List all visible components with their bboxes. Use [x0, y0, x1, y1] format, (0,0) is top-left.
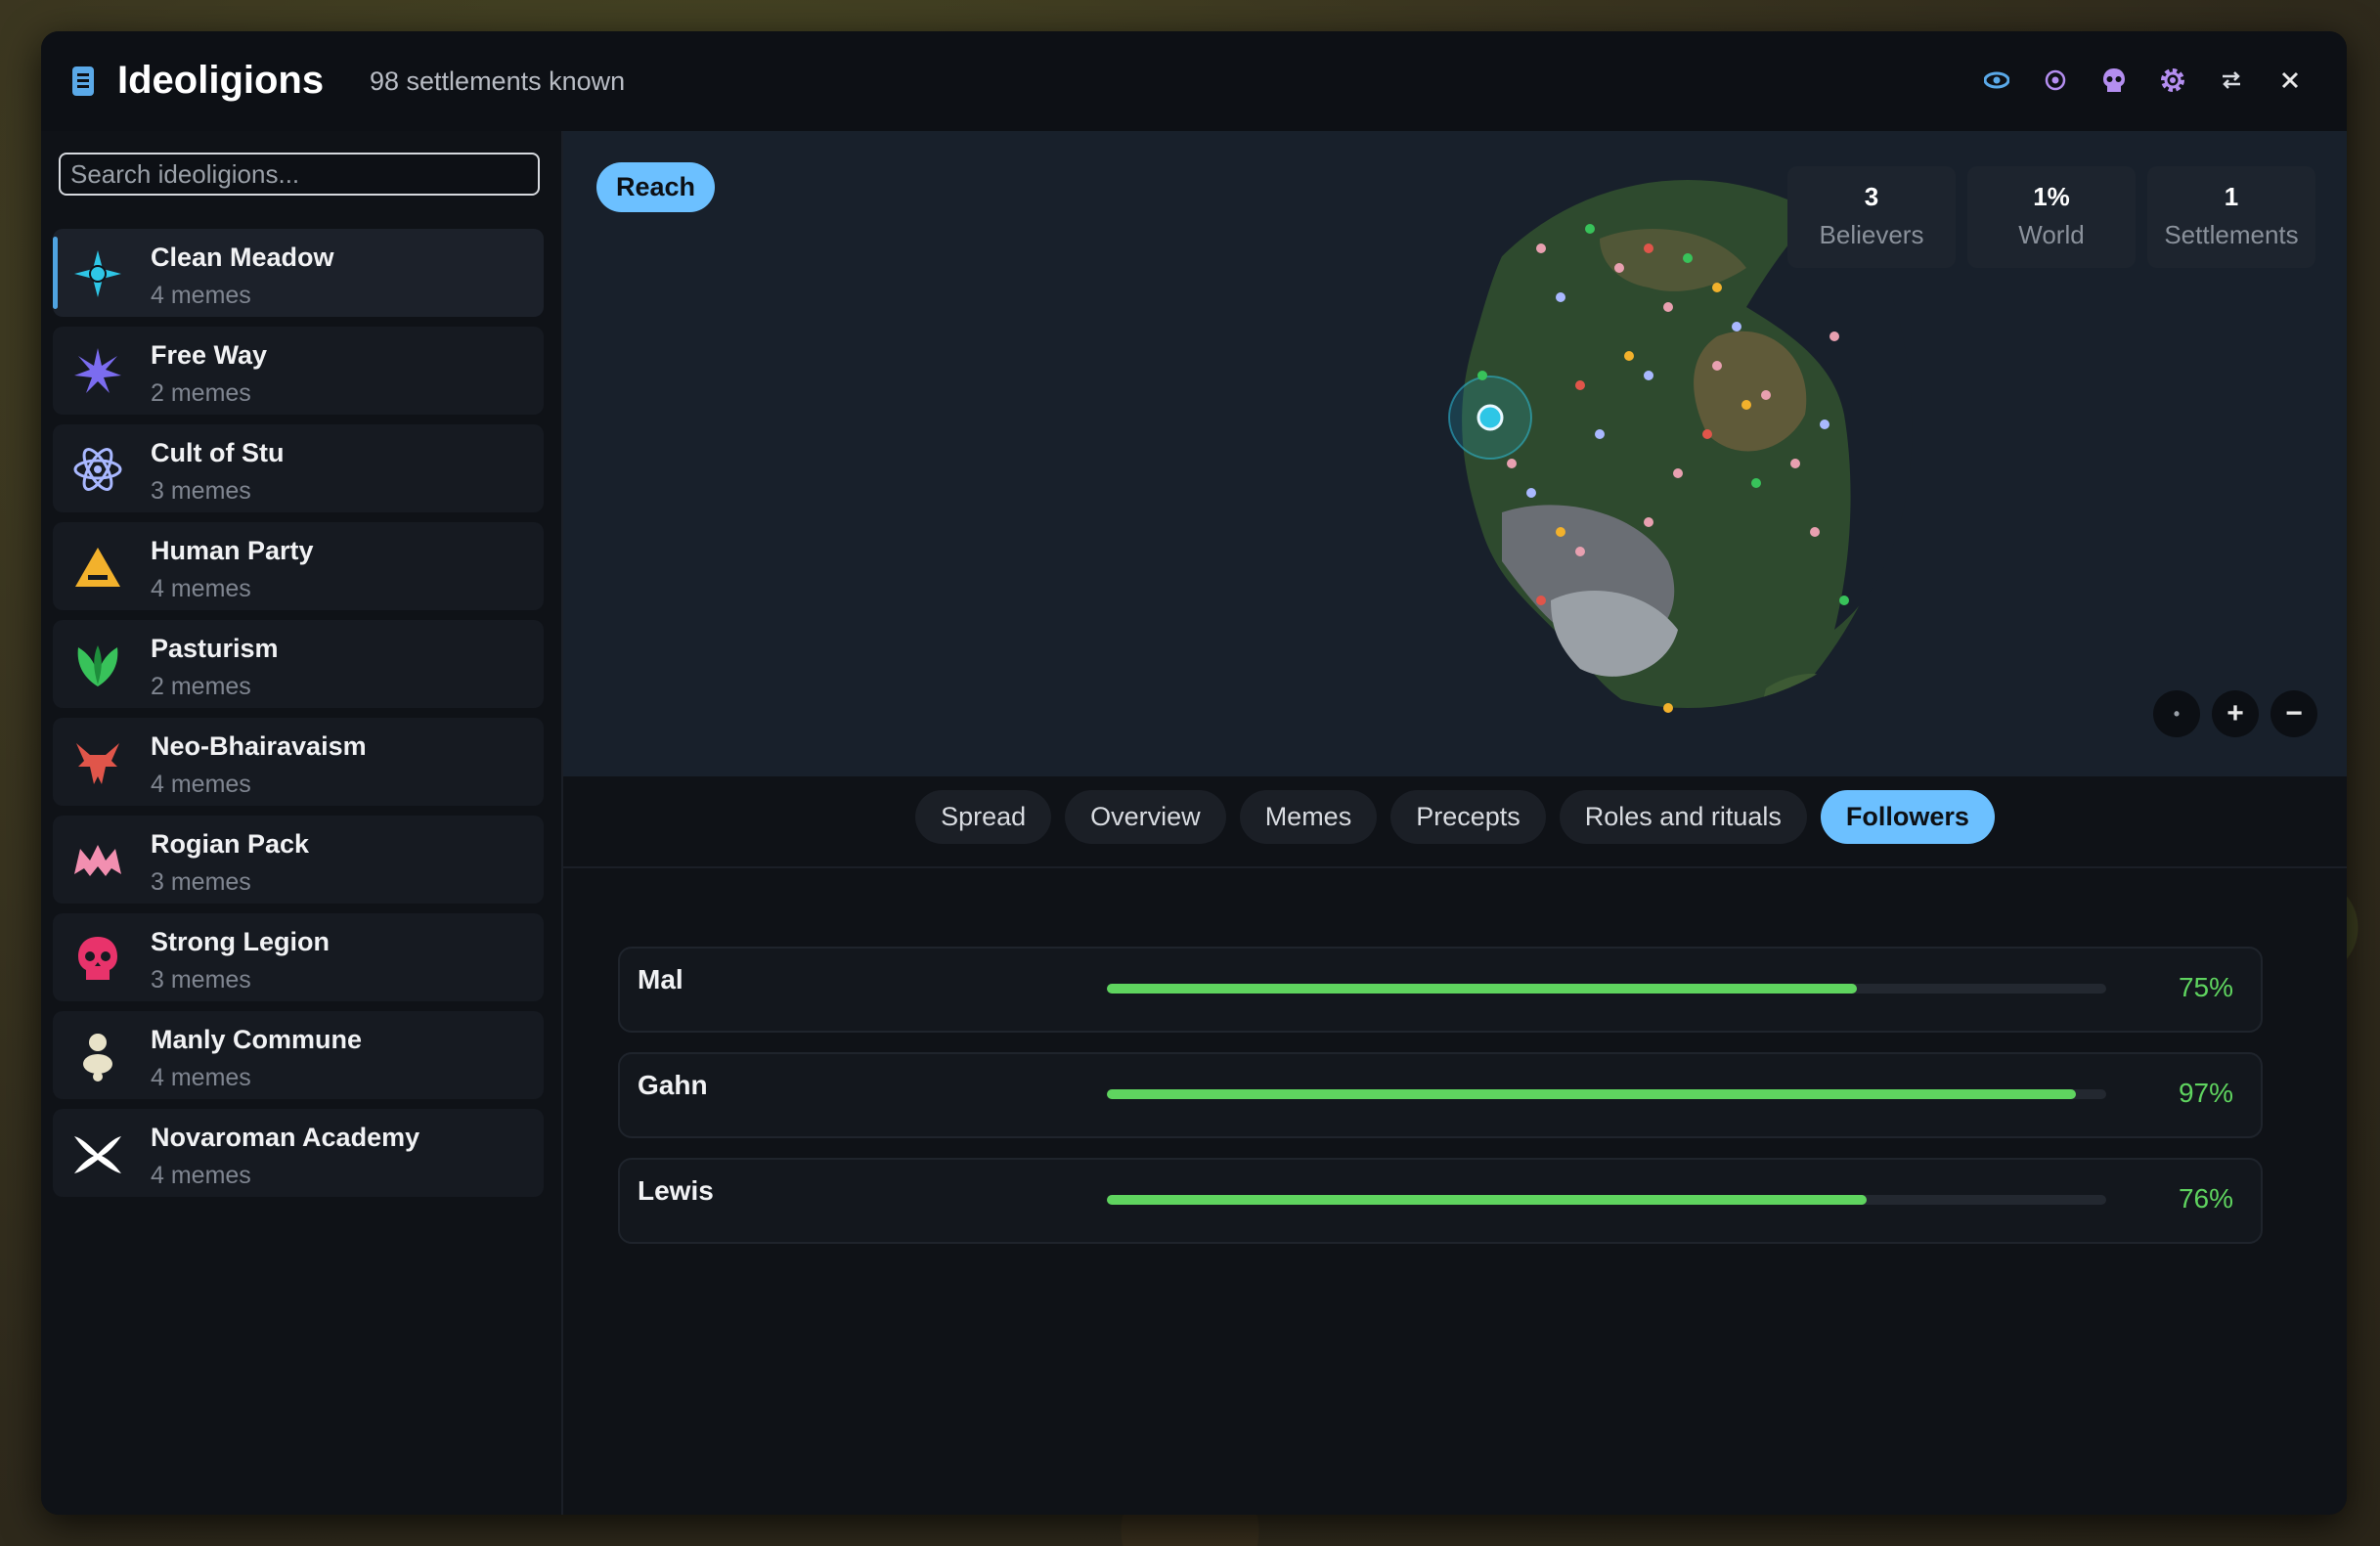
- world-map[interactable]: Reach 3 Believers 1% World 1 Settlements…: [563, 131, 2347, 776]
- recenter-icon[interactable]: •: [2153, 690, 2200, 737]
- ideoligion-item-strong-legion[interactable]: Strong Legion 3 memes: [53, 913, 544, 1001]
- ideoligion-item-cult-of-stu[interactable]: Cult of Stu 3 memes: [53, 424, 544, 512]
- meme-count: 3 memes: [151, 868, 251, 896]
- meme-count: 2 memes: [151, 673, 251, 700]
- ideoligion-name: Rogian Pack: [151, 829, 310, 859]
- starburst-icon: [74, 348, 121, 393]
- ideoligion-name: Pasturism: [151, 634, 279, 663]
- zoom-in-icon[interactable]: +: [2212, 690, 2259, 737]
- tab-memes[interactable]: Memes: [1239, 790, 1378, 844]
- meme-count: 3 memes: [151, 966, 251, 994]
- reach-button[interactable]: Reach: [596, 162, 716, 212]
- ideoligion-item-human-party[interactable]: Human Party 4 memes: [53, 522, 544, 610]
- follower-name: Mal: [638, 964, 683, 994]
- settlements-count: 98 settlements known: [370, 66, 626, 96]
- meme-count: 4 memes: [151, 1162, 251, 1189]
- cross-diamond-icon: [74, 250, 121, 297]
- meme-count: 4 memes: [151, 575, 251, 602]
- certainty-percent: 76%: [2178, 1183, 2233, 1214]
- title-bar: Ideoligions 98 settlements known: [41, 31, 2347, 131]
- atom-icon: [73, 448, 122, 491]
- window-title: Ideoligions: [117, 59, 325, 102]
- followers-list: Mal 75% Gahn 97% Lewis 76%: [618, 947, 2263, 1263]
- stat-believers: 3 Believers: [1787, 166, 1956, 268]
- stat-settlements: 1 Settlements: [2147, 166, 2315, 268]
- ideoligion-item-novaroman-academy[interactable]: Novaroman Academy 4 memes: [53, 1109, 544, 1197]
- demon-icon: [76, 743, 119, 784]
- certainty-bar-fill: [1107, 984, 1857, 994]
- ideoligion-item-rogian-pack[interactable]: Rogian Pack 3 memes: [53, 816, 544, 904]
- target-icon[interactable]: [2038, 63, 2073, 98]
- certainty-bar-track: [1107, 984, 2106, 994]
- follower-row[interactable]: Gahn 97%: [618, 1052, 2263, 1138]
- ideoligions-window: Ideoligions 98 settlements known Search …: [41, 31, 2347, 1515]
- ideoligion-item-clean-meadow[interactable]: Clean Meadow 4 memes: [53, 229, 544, 317]
- stat-value: 3: [1864, 182, 1879, 211]
- follower-name: Gahn: [638, 1070, 708, 1100]
- stat-label: Believers: [1819, 220, 1924, 249]
- reach-stats: 3 Believers 1% World 1 Settlements: [1787, 166, 2315, 268]
- map-controls: • + −: [2153, 690, 2317, 737]
- follower-name: Lewis: [638, 1175, 714, 1206]
- wolf-icon: [74, 845, 121, 876]
- ideoligion-item-manly-commune[interactable]: Manly Commune 4 memes: [53, 1011, 544, 1099]
- meme-count: 2 memes: [151, 379, 251, 407]
- tabs: Spread Overview Memes Precepts Roles and…: [563, 790, 2347, 844]
- toolbar: [1979, 63, 2308, 98]
- ideoligion-name: Strong Legion: [151, 927, 330, 956]
- meme-count: 4 memes: [151, 282, 251, 309]
- tab-bar: Spread Overview Memes Precepts Roles and…: [563, 776, 2347, 868]
- follower-row[interactable]: Lewis 76%: [618, 1158, 2263, 1244]
- meme-count: 3 memes: [151, 477, 251, 505]
- tab-overview[interactable]: Overview: [1065, 790, 1226, 844]
- search-input[interactable]: [59, 153, 540, 196]
- horns-icon: [74, 1136, 121, 1173]
- figure-icon: [83, 1034, 112, 1082]
- main-panel: Reach 3 Believers 1% World 1 Settlements…: [563, 131, 2347, 1515]
- skull-icon: [78, 937, 117, 980]
- ideoligion-name: Manly Commune: [151, 1025, 363, 1054]
- tab-spread[interactable]: Spread: [915, 790, 1052, 844]
- ideoligion-item-free-way[interactable]: Free Way 2 memes: [53, 327, 544, 415]
- book-icon: [72, 66, 94, 96]
- certainty-bar-track: [1107, 1195, 2106, 1205]
- leaf-icon: [77, 645, 118, 686]
- ideoligion-item-neo-bhairavaism[interactable]: Neo-Bhairavaism 4 memes: [53, 718, 544, 806]
- ideoligion-item-pasturism[interactable]: Pasturism 2 memes: [53, 620, 544, 708]
- follower-row[interactable]: Mal 75%: [618, 947, 2263, 1033]
- certainty-bar-fill: [1107, 1195, 1867, 1205]
- ideoligion-name: Cult of Stu: [151, 438, 285, 467]
- ideoligion-list: Clean Meadow 4 memes Free Way 2 memes Cu…: [53, 229, 544, 1207]
- swap-icon[interactable]: [2214, 63, 2249, 98]
- certainty-bar-fill: [1107, 1089, 2077, 1099]
- tab-roles-and-rituals[interactable]: Roles and rituals: [1559, 790, 1807, 844]
- meme-count: 4 memes: [151, 771, 251, 798]
- ideoligion-name: Neo-Bhairavaism: [151, 731, 367, 761]
- gear-icon[interactable]: [2155, 63, 2190, 98]
- stat-label: Settlements: [2164, 220, 2299, 249]
- ideoligion-name: Clean Meadow: [151, 243, 334, 272]
- ideoligion-name: Free Way: [151, 340, 268, 370]
- eye-icon[interactable]: [1979, 63, 2014, 98]
- certainty-percent: 97%: [2178, 1078, 2233, 1108]
- skull-icon[interactable]: [2096, 63, 2132, 98]
- close-icon[interactable]: [2272, 63, 2308, 98]
- ideoligion-sidebar: Clean Meadow 4 memes Free Way 2 memes Cu…: [41, 131, 563, 1515]
- zoom-out-icon[interactable]: −: [2270, 690, 2317, 737]
- ideoligion-name: Novaroman Academy: [151, 1123, 420, 1152]
- meme-count: 4 memes: [151, 1064, 251, 1091]
- triangle-icon: [75, 548, 120, 587]
- tab-precepts[interactable]: Precepts: [1390, 790, 1546, 844]
- ideoligion-name: Human Party: [151, 536, 314, 565]
- stat-world: 1% World: [1967, 166, 2136, 268]
- stat-value: 1%: [2033, 182, 2070, 211]
- certainty-bar-track: [1107, 1089, 2106, 1099]
- tab-followers[interactable]: Followers: [1820, 790, 1995, 844]
- stat-label: World: [2018, 220, 2085, 249]
- stat-value: 1: [2224, 182, 2239, 211]
- certainty-percent: 75%: [2178, 972, 2233, 1002]
